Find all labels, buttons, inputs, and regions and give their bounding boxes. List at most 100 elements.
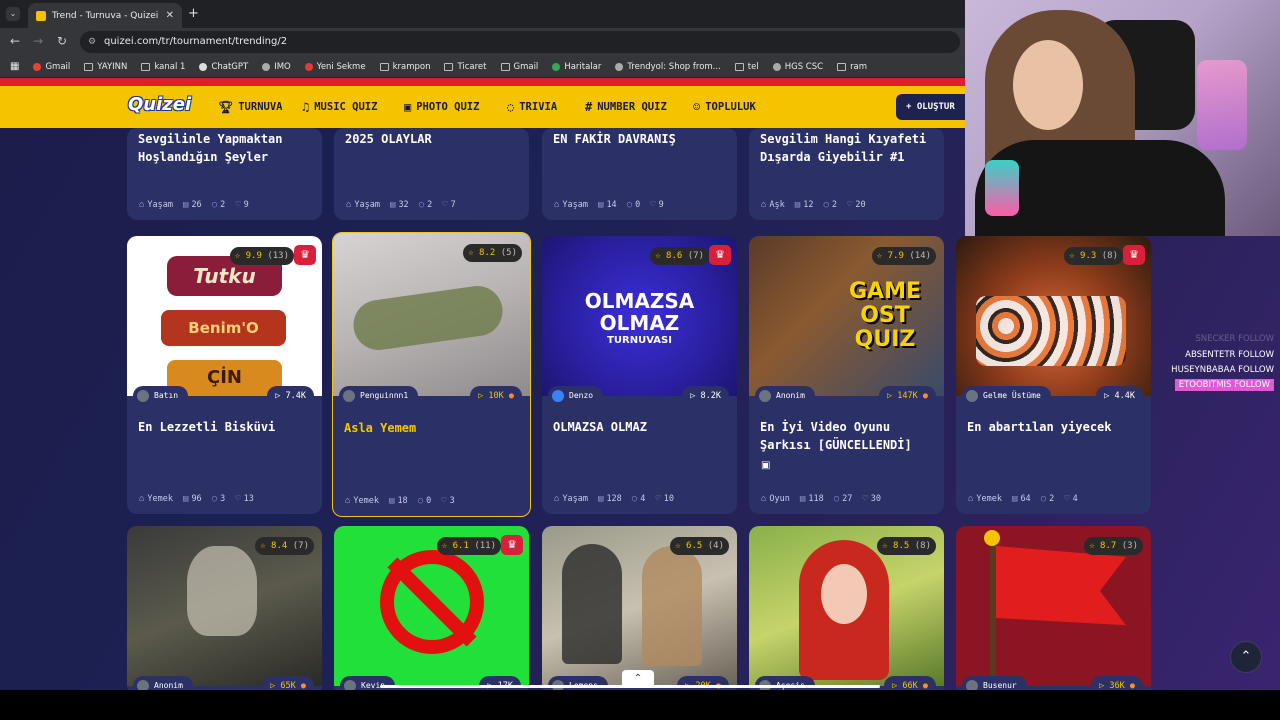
crown-icon: ♛: [501, 535, 523, 555]
rating-value: 8.2: [479, 248, 496, 258]
quiz-card[interactable]: OLMAZSA OLMAZ TURNUVASI ☆ 8.6 (7) ♛ Denz…: [542, 236, 737, 514]
nav-number-quiz[interactable]: # NUMBER QUIZ: [585, 100, 667, 114]
bookmark-item[interactable]: Trendyol: Shop from...: [615, 61, 721, 72]
card-items: 96: [191, 494, 202, 504]
quiz-card[interactable]: Tutku Benim'O ÇİN ☆ 9.9 (13) ♛ Batın ▷ 7…: [127, 236, 322, 514]
new-tab-icon[interactable]: +: [188, 6, 199, 21]
forward-icon[interactable]: →: [33, 34, 43, 48]
comment-icon: ○: [631, 494, 638, 504]
quiz-card[interactable]: ☆ 6.5 (4) Lemens ▷ 20K ●: [542, 526, 737, 690]
rating-votes: (8): [914, 541, 931, 551]
nav-topluluk[interactable]: ☺ TOPLULUK: [693, 100, 756, 114]
sushi-photo: [976, 296, 1126, 366]
quiz-card[interactable]: ☆ 8.7 (3) Busenur ▷ 36K ●: [956, 526, 1151, 690]
bookmark-item[interactable]: kanal 1: [141, 62, 185, 72]
tab-search-icon[interactable]: ⌄: [6, 7, 20, 21]
card-comments: 0: [635, 200, 641, 210]
quiz-card[interactable]: ☆ 9.3 (8) ♛ Gelme Üstüme ▷ 4.4K En abart…: [956, 236, 1151, 514]
quiz-card[interactable]: ☆ 8.4 (7) Anonim ▷ 65K ●: [127, 526, 322, 690]
author-chip[interactable]: Batın: [133, 386, 189, 406]
bookmark-label: Trendyol: Shop from...: [627, 61, 721, 72]
comment-icon: ○: [211, 494, 218, 504]
scroll-to-top-button[interactable]: ⌃: [1230, 641, 1262, 673]
bookmark-label: tel: [747, 61, 759, 72]
chatgpt-icon: [199, 62, 208, 71]
create-button[interactable]: + OLUŞTUR: [896, 94, 976, 120]
music-icon: ♫: [302, 100, 310, 114]
crown-icon: ♛: [1123, 245, 1145, 265]
card-stats: ⌂ Yaşam ▤ 32 ○ 2 ♡ 7: [346, 200, 526, 210]
rating-votes: (7): [292, 541, 309, 551]
bookmark-item[interactable]: ram: [837, 62, 867, 72]
browser-tab[interactable]: Trend - Turnuva - Quizei ✕: [28, 3, 182, 28]
folder-icon: [734, 62, 744, 71]
rating-value: 8.6: [666, 251, 683, 261]
rating-value: 6.5: [686, 541, 703, 551]
back-icon[interactable]: ←: [10, 34, 20, 48]
rating-votes: (7): [687, 251, 704, 261]
heart-icon: ♡: [1064, 494, 1070, 504]
nav-label: TOPLULUK: [705, 101, 756, 113]
author-chip[interactable]: Denzo: [548, 386, 604, 406]
quiz-card[interactable]: ☆ 8.5 (8) Aşosis ▷ 66K ●: [749, 526, 944, 690]
bookmark-item[interactable]: HGS CSC: [772, 62, 823, 72]
rating-badge: ☆ 8.5 (8): [877, 537, 936, 555]
card-title: EN FAKİR DAVRANIŞ: [553, 132, 676, 146]
bookmark-item[interactable]: Haritalar: [552, 62, 601, 72]
author-chip[interactable]: Busenur: [962, 676, 1027, 690]
play-count: ▷ 10K ●: [470, 386, 522, 406]
address-bar[interactable]: ⚙ quizei.com/tr/tournament/trending/2: [80, 31, 960, 53]
quiz-card-hovered[interactable]: ☆ 8.2 (5) Penguinnn1 ▷ 10K ● Asla Yemem …: [332, 232, 531, 517]
tag-icon: ⌂: [346, 200, 352, 210]
nav-photo-quiz[interactable]: ▣ PHOTO QUIZ: [404, 100, 479, 114]
bookmark-item[interactable]: Yeni Sekme: [304, 62, 366, 72]
rating-badge: ☆ 8.7 (3): [1084, 537, 1143, 555]
quiz-card[interactable]: GAME OST QUIZ ☆ 7.9 (14) Anonim ▷ 147K ●…: [749, 236, 944, 514]
card-likes: 9: [243, 200, 249, 210]
quiz-card[interactable]: Sevgilim Hangi Kıyafeti Dışarda Giyebili…: [749, 128, 944, 220]
rating-value: 9.3: [1080, 251, 1097, 261]
card-category: Oyun: [769, 494, 790, 504]
video-icon: ▣: [761, 460, 771, 471]
bookmark-label: ChatGPT: [211, 61, 249, 72]
soldier-photo: [187, 546, 257, 636]
bookmark-item[interactable]: Ticaret: [444, 62, 487, 72]
images-icon: ▤: [183, 494, 189, 504]
reload-icon[interactable]: ↻: [57, 34, 67, 48]
bookmark-item[interactable]: tel: [734, 61, 759, 72]
quiz-card[interactable]: ☆ 6.1 (11) ♛ Kevin ▷ 17K: [334, 526, 529, 690]
author-chip[interactable]: Anonim: [755, 386, 815, 406]
avatar: [137, 390, 149, 402]
author-chip[interactable]: Gelme Üstüme: [962, 386, 1051, 406]
bookmark-item[interactable]: Gmail: [500, 62, 538, 72]
site-info-icon[interactable]: ⚙: [88, 31, 96, 53]
quiz-card[interactable]: Sevgilinle Yapmaktan Hoşlandığın Şeyler …: [127, 128, 322, 220]
author-chip[interactable]: Anonim: [133, 676, 193, 690]
nav-trivia[interactable]: ◌ TRIVIA: [507, 100, 557, 114]
close-tab-icon[interactable]: ✕: [166, 10, 174, 21]
rating-value: 7.9: [887, 251, 904, 261]
chat-name: ABSENTETR: [1185, 350, 1236, 360]
chat-line: ETOOBITMIS FOLLOW: [1174, 379, 1274, 391]
chevron-up-icon[interactable]: ⌃: [622, 670, 654, 688]
quiz-card[interactable]: EN FAKİR DAVRANIŞ ⌂ Yaşam ▤ 14 ○ 0 ♡ 9: [542, 128, 737, 220]
apps-icon[interactable]: ▦: [10, 61, 19, 72]
bookmark-item[interactable]: krampon: [379, 62, 430, 72]
bookmark-item[interactable]: YAYINN: [84, 62, 127, 72]
author-name: Anonim: [776, 391, 805, 400]
quizei-logo[interactable]: Quizei: [128, 94, 191, 115]
bookmark-item[interactable]: IMO: [262, 62, 291, 72]
bookmark-item[interactable]: ChatGPT: [199, 62, 248, 72]
nav-music-quiz[interactable]: ♫ MUSIC QUIZ: [302, 100, 377, 114]
nav-turnuva[interactable]: 🏆︎ TURNUVA: [218, 100, 283, 114]
bookmark-item[interactable]: Gmail: [33, 62, 70, 72]
author-name: Anonim: [154, 681, 183, 690]
chat-action: FOLLOW: [1238, 350, 1274, 360]
person-photo: [562, 544, 622, 664]
quiz-card[interactable]: 2025 OLAYLAR ⌂ Yaşam ▤ 32 ○ 2 ♡ 7: [334, 128, 529, 220]
card-likes: 13: [243, 494, 254, 504]
card-likes: 3: [449, 496, 455, 506]
author-chip[interactable]: Penguinnn1: [339, 386, 419, 406]
rating-votes: (8): [1101, 251, 1118, 261]
chat-highlight: ETOOBITMIS FOLLOW: [1174, 379, 1274, 391]
